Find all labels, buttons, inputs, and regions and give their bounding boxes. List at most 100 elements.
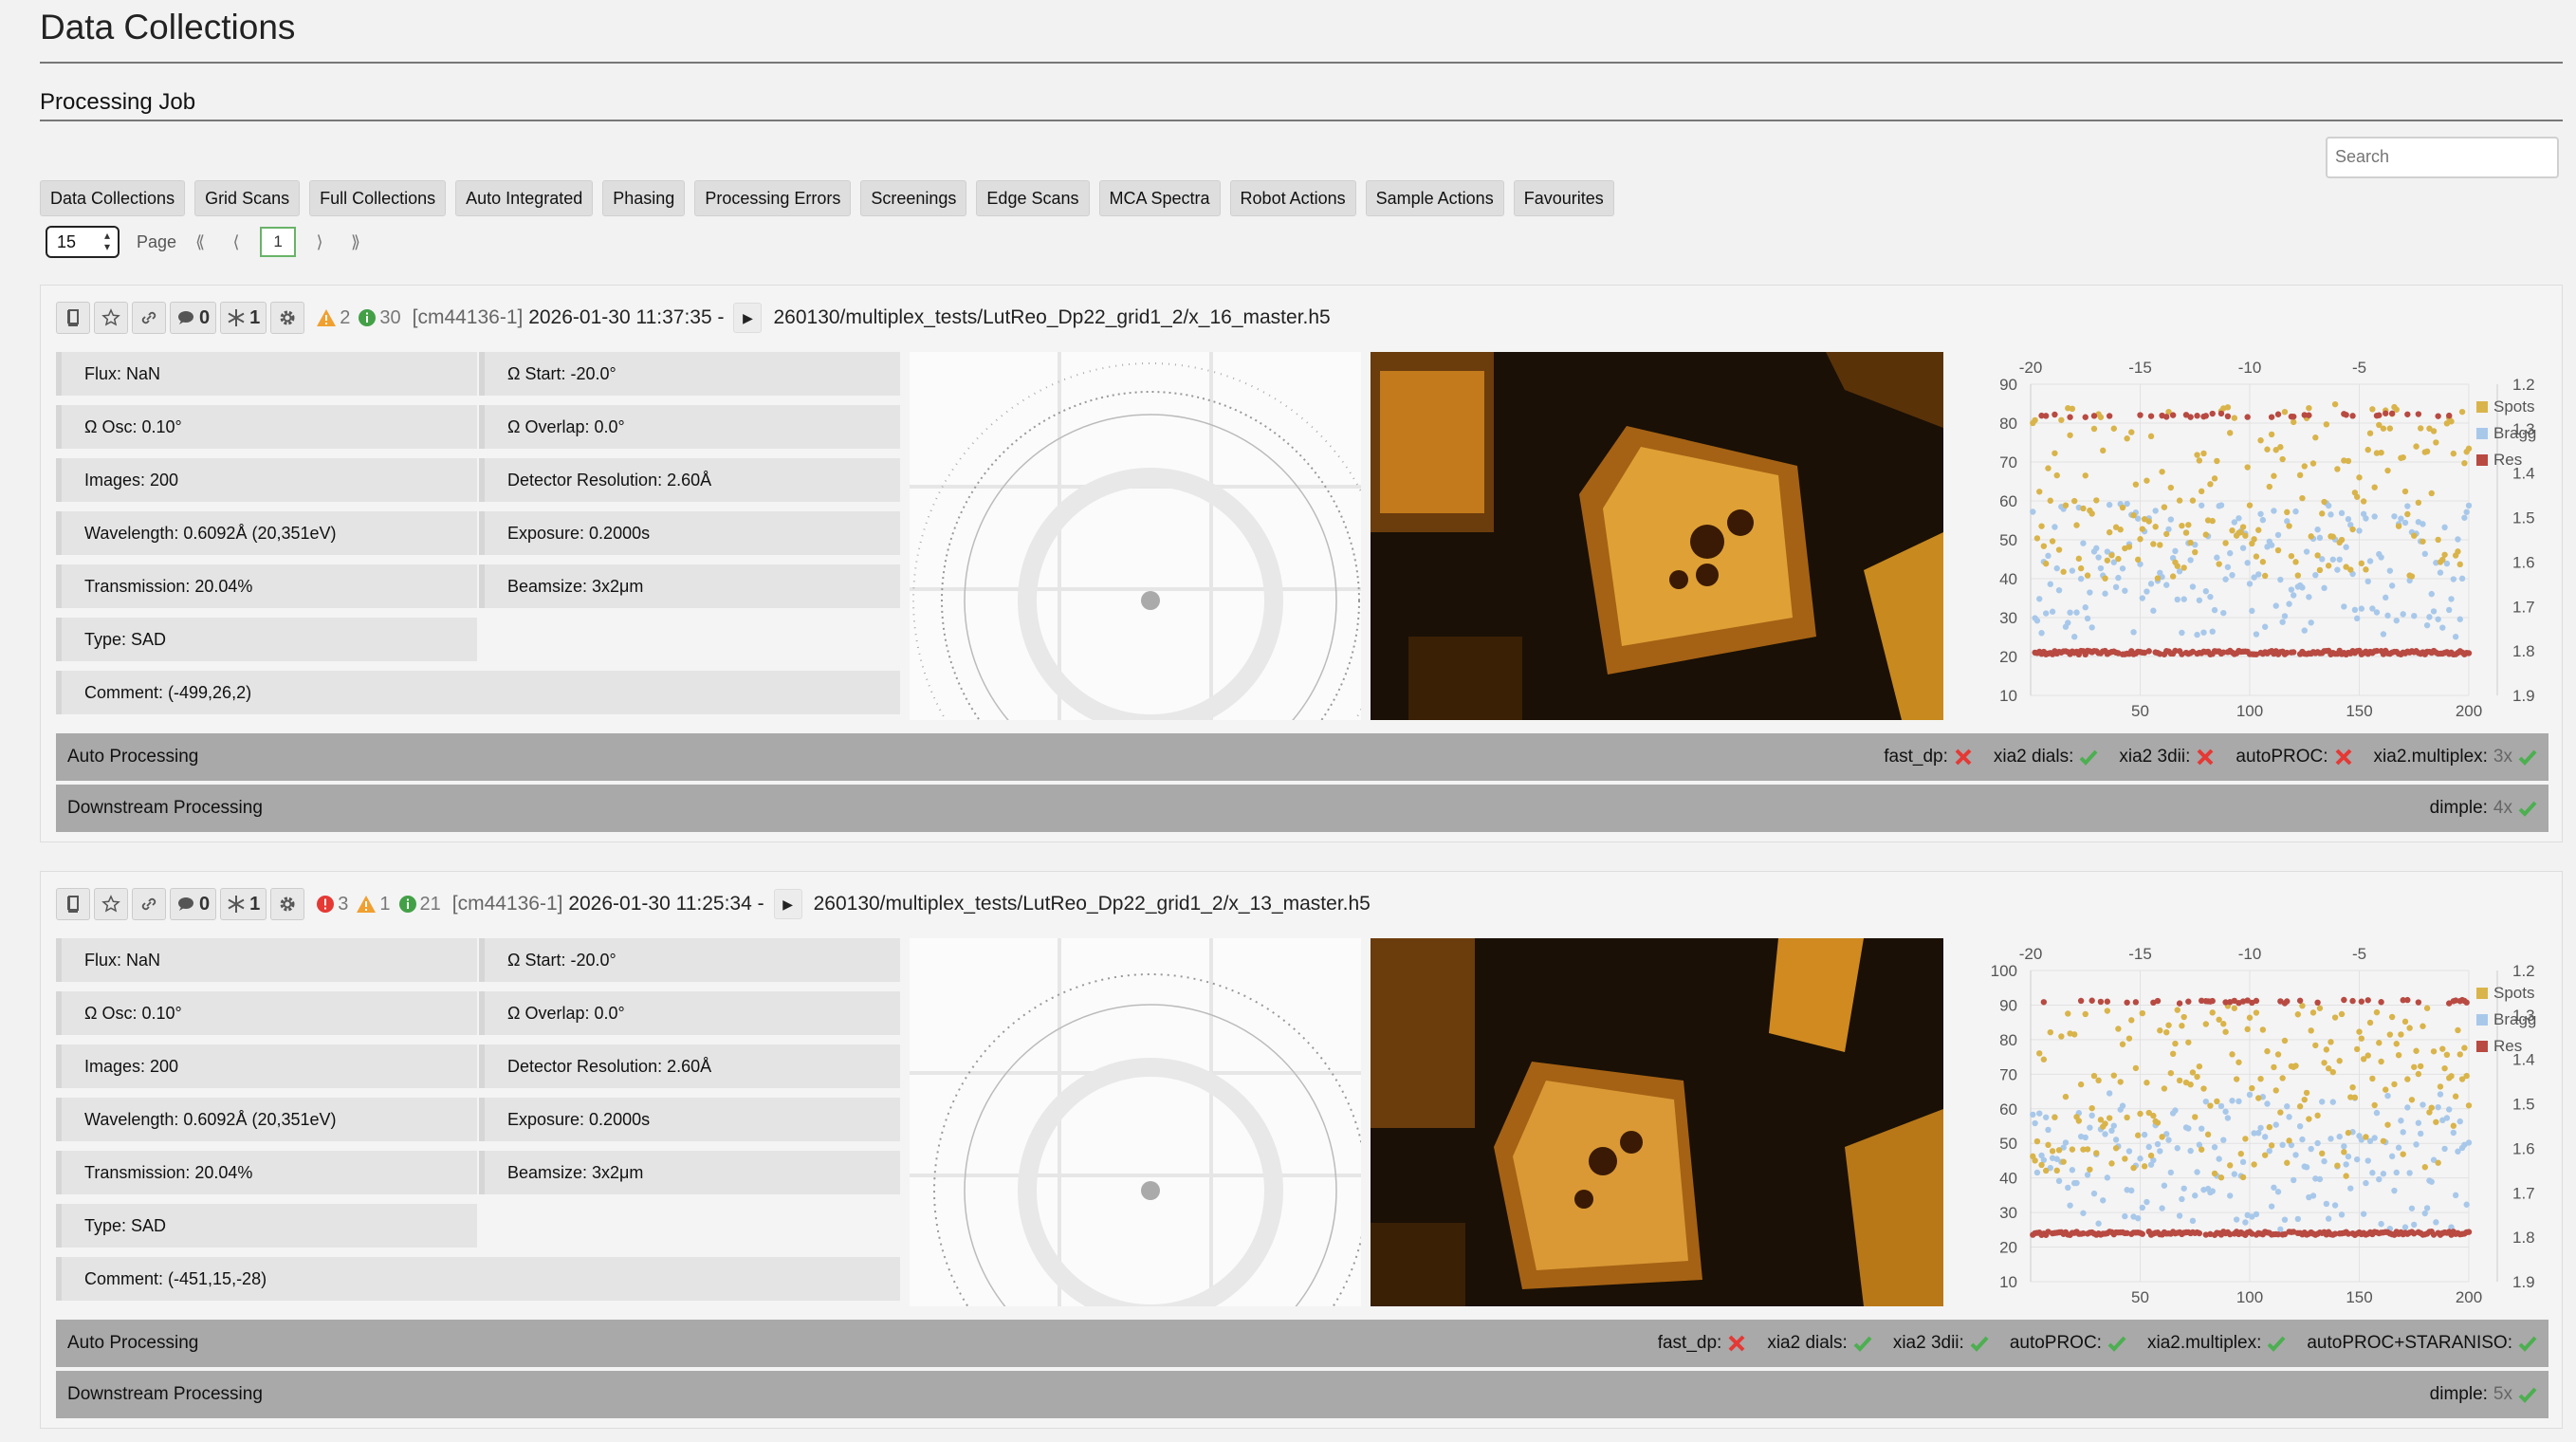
bragg-point <box>2042 610 2050 617</box>
processing-result[interactable]: xia2 dials: <box>1994 733 2099 781</box>
tab-mca-spectra[interactable]: MCA Spectra <box>1098 180 1221 216</box>
param-beamsize: Beamsize: 3x2μm <box>479 1151 900 1194</box>
spots-point <box>2421 1164 2428 1171</box>
processing-result[interactable]: dimple: 4x <box>2430 785 2537 832</box>
logbook-button[interactable] <box>56 302 90 334</box>
settings-button[interactable] <box>270 888 305 920</box>
spots-point <box>2179 1023 2185 1029</box>
tab-phasing[interactable]: Phasing <box>602 180 686 216</box>
favourite-button[interactable] <box>94 888 128 920</box>
spots-point <box>2095 1077 2102 1084</box>
bragg-point <box>2224 1115 2232 1121</box>
spots-point <box>2150 1112 2157 1119</box>
tab-auto-integrated[interactable]: Auto Integrated <box>455 180 594 216</box>
processing-result[interactable]: xia2 dials: <box>1767 1320 1872 1367</box>
bragg-point <box>2222 576 2229 582</box>
tab-screenings[interactable]: Screenings <box>860 180 967 216</box>
bragg-point <box>2316 1175 2324 1183</box>
bragg-point <box>2229 1098 2236 1104</box>
next-page-button[interactable]: ⟩ <box>307 232 332 252</box>
processing-result[interactable]: xia2 3dii: <box>2119 733 2215 781</box>
downstream-processing-bar[interactable]: Downstream Processing dimple: 5x <box>56 1371 2548 1418</box>
spots-point <box>2334 1162 2341 1169</box>
tab-data-collections[interactable]: Data Collections <box>40 180 186 216</box>
bragg-point <box>2393 617 2400 624</box>
comments-button[interactable]: 0 <box>170 302 217 334</box>
settings-button[interactable] <box>270 302 305 334</box>
bragg-point <box>2119 1102 2126 1109</box>
bragg-point <box>2141 1131 2148 1138</box>
processing-result[interactable]: xia2.multiplex: <box>2147 1320 2286 1367</box>
spots-point <box>2461 460 2468 467</box>
y-tick-label: 40 <box>1999 570 2017 588</box>
spots-point <box>2102 1120 2108 1127</box>
spots-point <box>2062 502 2070 508</box>
processing-result[interactable]: xia2 3dii: <box>1893 1320 1989 1367</box>
spots-point <box>2255 1095 2262 1101</box>
processing-result[interactable]: fast_dp: <box>1658 1320 1747 1367</box>
permalink-button[interactable] <box>132 302 166 334</box>
expand-path-button[interactable]: ▶ <box>733 303 763 333</box>
bragg-point <box>2192 1192 2199 1199</box>
downstream-processing-bar[interactable]: Downstream Processing dimple: 4x <box>56 785 2548 832</box>
permalink-button[interactable] <box>132 888 166 920</box>
spots-point <box>2049 1148 2056 1155</box>
tab-processing-errors[interactable]: Processing Errors <box>694 180 852 216</box>
processing-result[interactable]: xia2.multiplex: 3x <box>2374 733 2537 781</box>
spots-point <box>2378 449 2384 456</box>
tab-grid-scans[interactable]: Grid Scans <box>194 180 301 216</box>
processing-result[interactable]: dimple: 5x <box>2430 1371 2537 1418</box>
spots-point <box>2328 1039 2334 1045</box>
tab-robot-actions[interactable]: Robot Actions <box>1229 180 1356 216</box>
expand-path-button[interactable]: ▶ <box>773 889 802 919</box>
crystal-snapshot[interactable] <box>1371 938 1943 1306</box>
diffraction-image[interactable] <box>910 938 1361 1306</box>
comments-button[interactable]: 0 <box>170 888 217 920</box>
crystal-snapshot[interactable] <box>1371 352 1943 720</box>
processing-result[interactable]: autoPROC+STARANISO: <box>2307 1320 2537 1367</box>
page-size-select[interactable]: 15 ▴ ▾ <box>46 226 120 258</box>
spots-point <box>2253 553 2260 560</box>
bragg-point <box>2147 581 2155 587</box>
samples-button[interactable]: 1 <box>220 302 267 334</box>
spots-point <box>2053 1167 2060 1174</box>
search-input[interactable] <box>2328 139 2567 175</box>
spots-point <box>2052 1114 2058 1120</box>
auto-processing-bar[interactable]: Auto Processing fast_dp: xia2 dials: xia2 … <box>56 733 2548 781</box>
last-page-button[interactable]: ⟫ <box>343 232 368 252</box>
status-messages[interactable]: 2 30 <box>316 307 408 329</box>
processing-result[interactable]: autoPROC: <box>2236 733 2352 781</box>
res-point <box>2097 998 2105 1006</box>
samples-button[interactable]: 1 <box>220 888 267 920</box>
spots-point <box>2172 1040 2179 1047</box>
proposal-code: [cm44136-1] <box>412 306 524 328</box>
tab-sample-actions[interactable]: Sample Actions <box>1365 180 1504 216</box>
bragg-point <box>2227 1192 2234 1199</box>
diffraction-image[interactable] <box>910 352 1361 720</box>
current-page[interactable]: 1 <box>260 227 297 257</box>
spots-point <box>2217 1174 2225 1181</box>
y2-tick-label: 1.6 <box>2512 553 2535 571</box>
spots-point <box>2423 1005 2431 1011</box>
bragg-point <box>2338 1211 2346 1218</box>
tab-edge-scans[interactable]: Edge Scans <box>976 180 1090 216</box>
status-messages[interactable]: 3 1 21 <box>316 894 449 915</box>
logbook-button[interactable] <box>56 888 90 920</box>
spots-point <box>2176 1077 2183 1084</box>
auto-processing-bar[interactable]: Auto Processing fast_dp: xia2 dials: xia2 … <box>56 1320 2548 1367</box>
tab-favourites[interactable]: Favourites <box>1513 180 1614 216</box>
bragg-point <box>2441 1145 2448 1153</box>
processing-result[interactable]: fast_dp: <box>1884 733 1973 781</box>
tab-full-collections[interactable]: Full Collections <box>309 180 447 216</box>
prev-page-button[interactable]: ⟨ <box>224 232 248 252</box>
spots-point <box>2244 464 2251 471</box>
spots-point <box>2356 1028 2363 1035</box>
favourite-button[interactable] <box>94 302 128 334</box>
x-tick-label: 200 <box>2456 1288 2482 1306</box>
param-comment: Comment: (-451,15,-28) <box>56 1257 900 1301</box>
spots-point <box>2192 548 2199 556</box>
first-page-button[interactable]: ⟪ <box>188 232 212 252</box>
res-point <box>2465 650 2473 656</box>
processing-result[interactable]: autoPROC: <box>2010 1320 2126 1367</box>
bragg-point <box>2435 616 2441 622</box>
